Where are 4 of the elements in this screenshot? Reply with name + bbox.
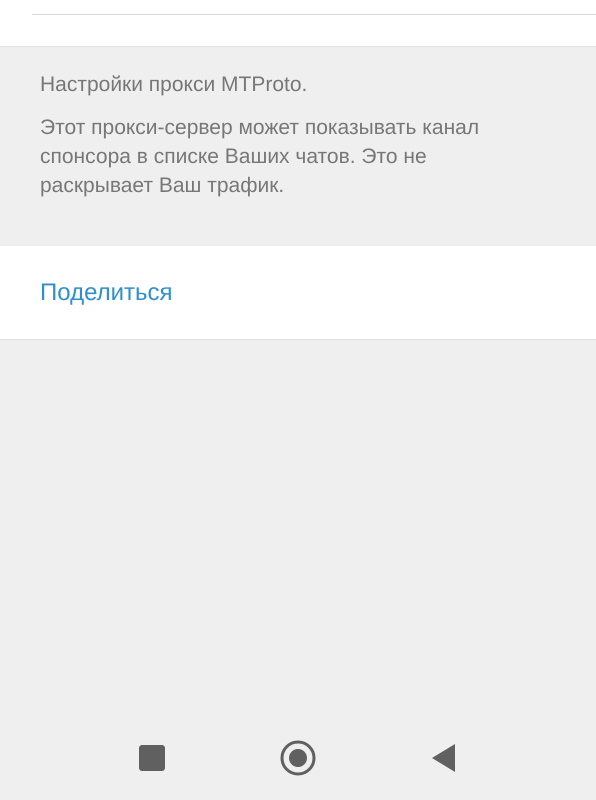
description-text: Этот прокси-сервер может показывать канал спонсора в списке Ваших чатов. Это не раскрывает Ваш трафик.	[40, 115, 480, 199]
home-icon[interactable]	[280, 740, 316, 776]
section-title: Настройки прокси MTProto.	[40, 72, 308, 98]
share-button[interactable]: Поделиться	[40, 274, 173, 310]
